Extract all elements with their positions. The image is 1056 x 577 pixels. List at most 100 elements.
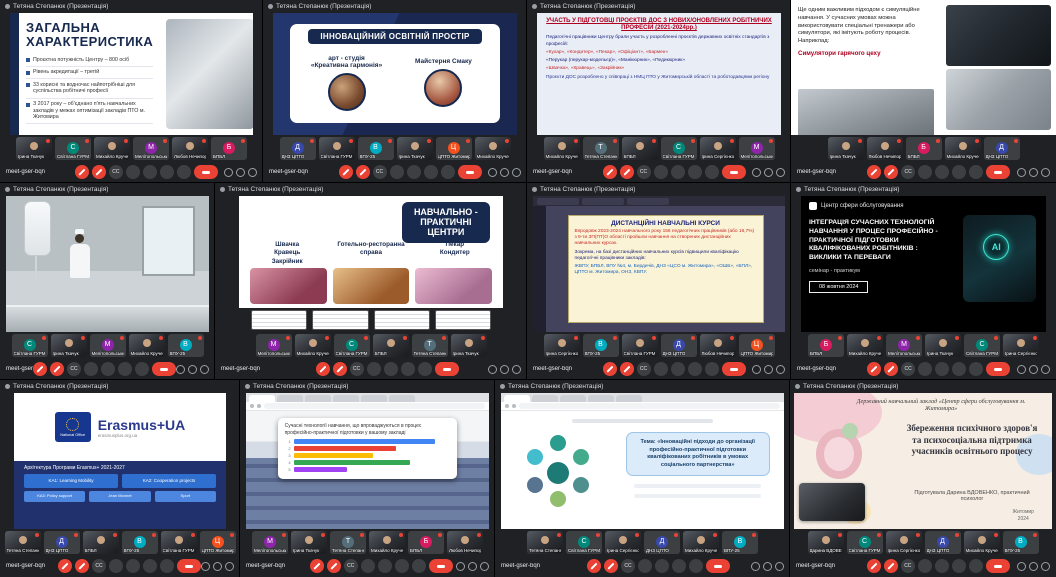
back-button[interactable]: [505, 404, 509, 408]
info-button[interactable]: [488, 168, 497, 177]
participant-thumbnail[interactable]: Ц ЦПТО Житомир: [200, 531, 236, 554]
present-button[interactable]: [101, 362, 115, 376]
end-call-button[interactable]: [194, 165, 218, 179]
info-button[interactable]: [752, 168, 761, 177]
reactions-button[interactable]: [918, 559, 932, 573]
camera-button[interactable]: [50, 362, 64, 376]
camera-button[interactable]: [884, 362, 898, 376]
participant-thumbnail[interactable]: Ц ЦПТО Житомир: [436, 137, 472, 160]
participant-thumbnail[interactable]: С Світлана ГУРМ: [661, 137, 697, 160]
participant-thumbnail[interactable]: С Світлана ГУРМ: [12, 334, 48, 357]
participant-thumbnail[interactable]: М Мелітопольський ПТО: [256, 334, 292, 357]
chat-button[interactable]: [225, 562, 234, 571]
end-call-button[interactable]: [458, 165, 482, 179]
people-button[interactable]: [1029, 365, 1038, 374]
people-button[interactable]: [468, 562, 477, 571]
people-button[interactable]: [764, 365, 773, 374]
camera-button[interactable]: [620, 165, 634, 179]
chat-button[interactable]: [1041, 365, 1050, 374]
participant-thumbnail[interactable]: В ВПУ-25: [1003, 531, 1039, 554]
participant-thumbnail[interactable]: В ВПУ-25: [583, 334, 619, 357]
browser-tab[interactable]: [532, 395, 558, 402]
participant-thumbnail[interactable]: Ірина Ткачук: [828, 137, 864, 160]
camera-button[interactable]: [604, 559, 618, 573]
captions-button[interactable]: CC: [373, 165, 387, 179]
participant-thumbnail[interactable]: С Світлана ГУРМ: [847, 531, 883, 554]
browser-tab[interactable]: [361, 395, 387, 402]
chat-button[interactable]: [200, 365, 209, 374]
participant-thumbnail[interactable]: Любов Нечипорук: [700, 334, 736, 357]
present-button[interactable]: [671, 362, 685, 376]
mic-button[interactable]: [867, 362, 881, 376]
info-button[interactable]: [176, 365, 185, 374]
participant-thumbnail[interactable]: Михайло Кручен: [544, 137, 580, 160]
participant-thumbnail[interactable]: Михайло Кручен: [475, 137, 511, 160]
chat-button[interactable]: [776, 365, 785, 374]
people-button[interactable]: [500, 168, 509, 177]
participant-thumbnail[interactable]: Б БПБЛ: [408, 531, 444, 554]
participant-thumbnail[interactable]: Б БПБЛ: [808, 334, 844, 357]
raise-hand-button[interactable]: [401, 362, 415, 376]
participant-thumbnail[interactable]: Ірина Ткачук: [51, 334, 87, 357]
browser-tab[interactable]: [588, 395, 614, 402]
mic-button[interactable]: [75, 165, 89, 179]
reactions-button[interactable]: [84, 362, 98, 376]
chat-button[interactable]: [775, 562, 784, 571]
more-options-button[interactable]: [689, 559, 703, 573]
browser-tab[interactable]: [537, 198, 579, 205]
camera-button[interactable]: [75, 559, 89, 573]
end-call-button[interactable]: [706, 559, 730, 573]
address-bar[interactable]: [519, 403, 780, 409]
end-call-button[interactable]: [722, 362, 746, 376]
captions-button[interactable]: CC: [621, 559, 635, 573]
reactions-button[interactable]: [918, 165, 932, 179]
info-button[interactable]: [1017, 168, 1026, 177]
participant-thumbnail[interactable]: Ірина Сергієнко: [700, 137, 736, 160]
more-options-button[interactable]: [177, 165, 191, 179]
camera-button[interactable]: [884, 165, 898, 179]
people-button[interactable]: [213, 562, 222, 571]
captions-button[interactable]: CC: [901, 362, 915, 376]
captions-button[interactable]: CC: [350, 362, 364, 376]
reactions-button[interactable]: [367, 362, 381, 376]
captions-button[interactable]: CC: [637, 165, 651, 179]
participant-thumbnail[interactable]: Д ДНЗ ЦПТО: [984, 137, 1020, 160]
participant-thumbnail[interactable]: М Мелітопольський ПТО: [252, 531, 288, 554]
participant-thumbnail[interactable]: БПБЛ: [83, 531, 119, 554]
forward-button[interactable]: [512, 404, 516, 408]
participant-thumbnail[interactable]: БПБЛ: [373, 334, 409, 357]
participant-thumbnail[interactable]: С Світлана ГУРМ: [964, 334, 1000, 357]
raise-hand-button[interactable]: [395, 559, 409, 573]
info-button[interactable]: [224, 168, 233, 177]
participant-thumbnail[interactable]: Ірина Ткачук: [397, 137, 433, 160]
participant-thumbnail[interactable]: Світлана ГУРМ: [319, 137, 355, 160]
chat-button[interactable]: [776, 168, 785, 177]
present-button[interactable]: [935, 165, 949, 179]
document-thumbnail[interactable]: [374, 310, 430, 330]
camera-button[interactable]: [356, 165, 370, 179]
info-button[interactable]: [752, 365, 761, 374]
participant-thumbnail[interactable]: Михайло Кручен: [295, 334, 331, 357]
end-call-button[interactable]: [986, 559, 1010, 573]
participant-thumbnail[interactable]: Д ДНЗ ЦПТО: [44, 531, 80, 554]
mic-button[interactable]: [339, 165, 353, 179]
chat-button[interactable]: [1041, 562, 1050, 571]
participant-thumbnail[interactable]: Тетяна Степанюк: [527, 531, 563, 554]
more-options-button[interactable]: [705, 165, 719, 179]
participant-thumbnail[interactable]: Михайло Кручен: [847, 334, 883, 357]
participant-thumbnail[interactable]: Михайло Кручен: [945, 137, 981, 160]
participant-thumbnail[interactable]: С Світлана ГУРМ: [334, 334, 370, 357]
participant-thumbnail[interactable]: Ірина Сергієнко: [544, 334, 580, 357]
participant-thumbnail[interactable]: Д ДНЗ ЦПТО: [644, 531, 680, 554]
floating-video-thumbnail[interactable]: [799, 483, 865, 521]
info-button[interactable]: [201, 562, 210, 571]
participant-thumbnail[interactable]: Т Тетяна Степанюк: [412, 334, 448, 357]
end-call-button[interactable]: [177, 559, 201, 573]
participant-thumbnail[interactable]: Б БПБЛ: [906, 137, 942, 160]
participant-thumbnail[interactable]: Михайло Кручен: [369, 531, 405, 554]
chat-button[interactable]: [512, 168, 521, 177]
people-button[interactable]: [188, 365, 197, 374]
participant-thumbnail[interactable]: Т Тетяна Степанюк: [330, 531, 366, 554]
captions-button[interactable]: CC: [109, 165, 123, 179]
camera-button[interactable]: [884, 559, 898, 573]
